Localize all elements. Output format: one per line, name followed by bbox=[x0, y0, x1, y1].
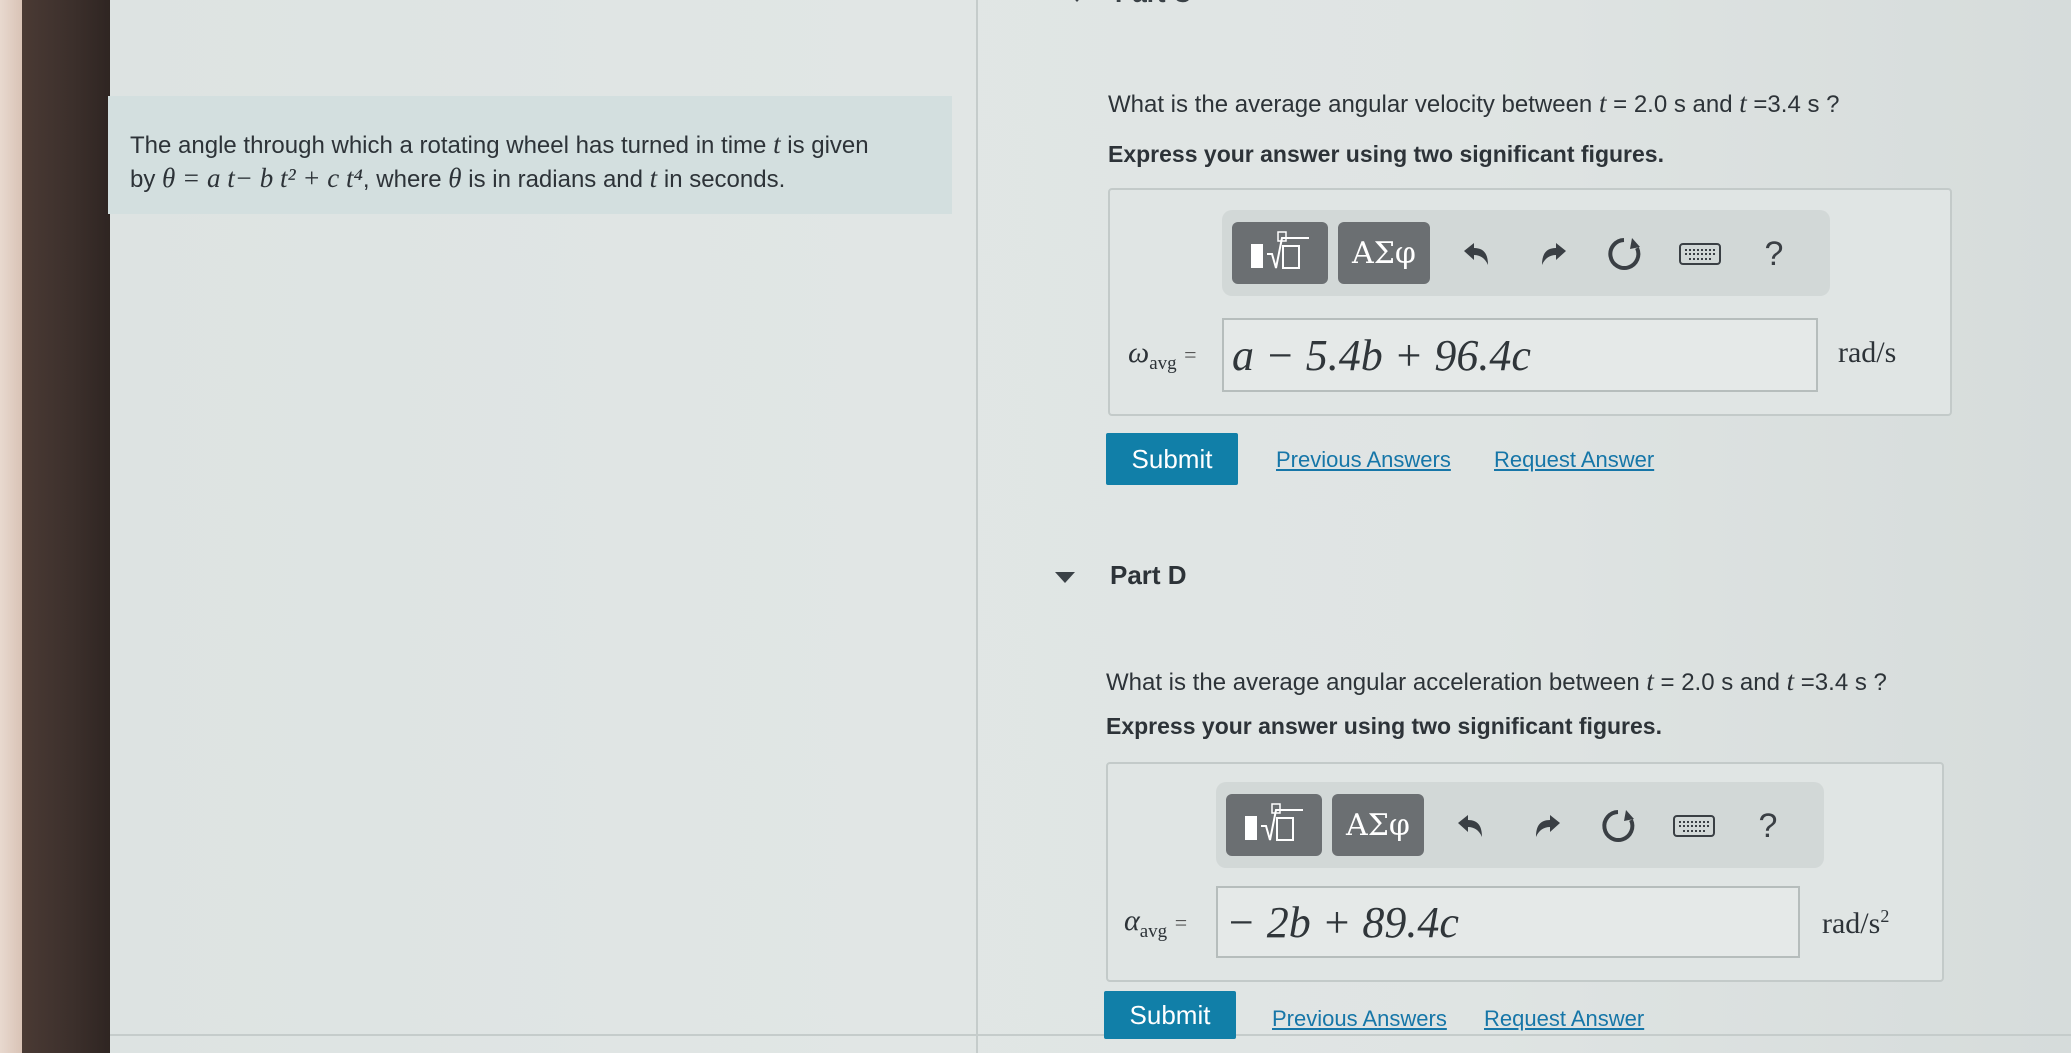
templates-icon[interactable] bbox=[1232, 222, 1328, 284]
help-icon[interactable]: ? bbox=[1752, 232, 1796, 276]
part-d-request-answer-link[interactable]: Request Answer bbox=[1484, 1006, 1644, 1032]
monitor-bezel-frame bbox=[22, 0, 110, 1053]
angle-equation: θ = a t− b t² + c t⁴ bbox=[162, 163, 363, 193]
part-c-request-answer-link[interactable]: Request Answer bbox=[1494, 447, 1654, 473]
part-d-title[interactable]: Part D bbox=[1110, 560, 1187, 591]
redo-icon[interactable] bbox=[1526, 804, 1570, 848]
part-c-unit: rad/s bbox=[1838, 336, 1897, 369]
part-d-math-toolbar: ΑΣφ ? bbox=[1216, 782, 1824, 868]
help-icon[interactable]: ? bbox=[1746, 804, 1790, 848]
monitor-bezel-left bbox=[0, 0, 22, 1053]
greek-symbols-icon[interactable]: ΑΣφ bbox=[1338, 222, 1430, 284]
part-c-math-toolbar: ΑΣφ ? bbox=[1222, 210, 1830, 296]
part-d-previous-answers-link[interactable]: Previous Answers bbox=[1272, 1006, 1447, 1032]
part-c-title: Part C bbox=[1115, 0, 1192, 9]
part-c-submit-button[interactable]: Submit bbox=[1106, 433, 1238, 485]
part-d-unit: rad/s2 bbox=[1822, 906, 1890, 940]
part-c-lhs-label: ωavg = bbox=[1128, 336, 1197, 374]
part-d-instruction: Express your answer using two significan… bbox=[1106, 713, 1662, 739]
part-d-lhs-label: αavg = bbox=[1124, 904, 1188, 942]
part-c-instruction: Express your answer using two significan… bbox=[1108, 141, 1664, 167]
bottom-divider bbox=[110, 1034, 2071, 1036]
part-d-collapse-icon[interactable] bbox=[1055, 572, 1075, 583]
part-d-submit-button[interactable]: Submit bbox=[1104, 991, 1236, 1039]
part-c-answer-input[interactable]: a − 5.4b + 96.4c bbox=[1222, 318, 1818, 392]
redo-icon[interactable] bbox=[1532, 232, 1576, 276]
part-d-question: What is the average angular acceleration… bbox=[1106, 666, 1887, 696]
keyboard-icon[interactable] bbox=[1672, 804, 1716, 848]
keyboard-icon[interactable] bbox=[1678, 232, 1722, 276]
undo-icon[interactable] bbox=[1454, 232, 1498, 276]
problem-statement: The angle through which a rotating wheel… bbox=[130, 126, 950, 198]
part-c-question: What is the average angular velocity bet… bbox=[1108, 88, 1840, 118]
reset-icon[interactable] bbox=[1596, 804, 1640, 848]
part-c-collapse-icon[interactable] bbox=[1068, 0, 1086, 2]
reset-icon[interactable] bbox=[1602, 232, 1646, 276]
part-d-answer-input[interactable]: − 2b + 89.4c bbox=[1216, 886, 1800, 958]
part-c-previous-answers-link[interactable]: Previous Answers bbox=[1276, 447, 1451, 473]
column-divider bbox=[976, 0, 978, 1053]
undo-icon[interactable] bbox=[1448, 804, 1492, 848]
greek-symbols-icon[interactable]: ΑΣφ bbox=[1332, 794, 1424, 856]
problem-line-1: The angle through which a rotating wheel… bbox=[130, 129, 869, 159]
problem-line-2: by θ = a t− b t² + c t⁴, where θ is in r… bbox=[130, 163, 786, 193]
templates-icon[interactable] bbox=[1226, 794, 1322, 856]
